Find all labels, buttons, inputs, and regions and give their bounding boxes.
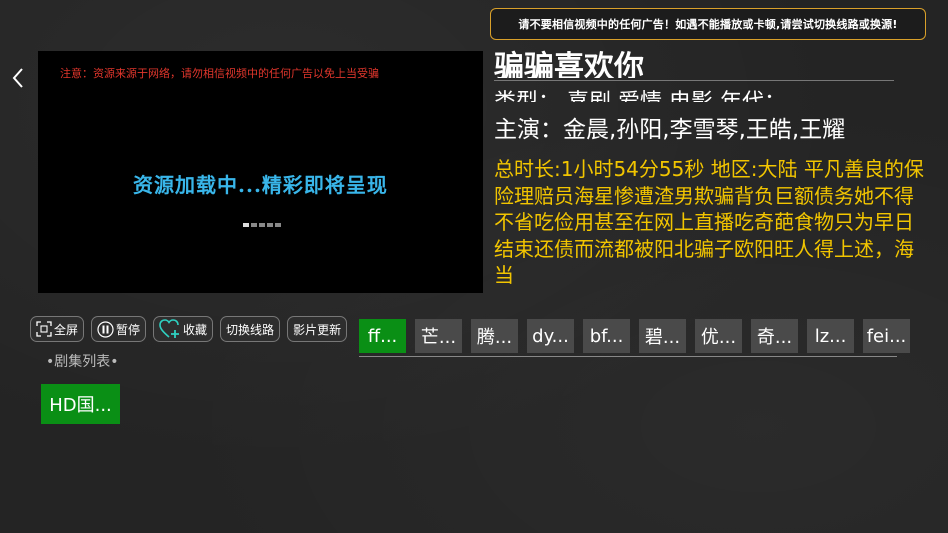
movie-title: 骗骗喜欢你 bbox=[494, 50, 644, 78]
sources-divider bbox=[359, 356, 897, 357]
pause-icon bbox=[97, 320, 114, 338]
switch-line-label: 切换线路 bbox=[226, 322, 275, 337]
source-tab[interactable]: ff... bbox=[359, 319, 406, 353]
pause-label: 暂停 bbox=[116, 322, 141, 337]
chevron-left-icon bbox=[12, 68, 23, 88]
source-tab[interactable]: 优... bbox=[695, 319, 742, 353]
source-tab[interactable]: dy... bbox=[527, 319, 574, 353]
fullscreen-button[interactable]: 全屏 bbox=[30, 316, 85, 342]
player-loading-text: 资源加载中...精彩即将呈现 bbox=[133, 173, 388, 197]
episode-list-label: •剧集列表• bbox=[46, 354, 119, 370]
control-bar: 全屏 暂停 收藏 切换线路 影片更新 bbox=[30, 316, 348, 342]
fullscreen-icon bbox=[36, 321, 52, 337]
movie-actors: 主演：金晨,孙阳,李雪琴,王皓,王耀 bbox=[494, 117, 846, 143]
fullscreen-label: 全屏 bbox=[54, 322, 79, 337]
source-tab[interactable]: 芒... bbox=[415, 319, 462, 353]
source-tab[interactable]: fei... bbox=[863, 319, 910, 353]
title-divider bbox=[494, 80, 894, 81]
update-movie-label: 影片更新 bbox=[293, 322, 342, 337]
favorite-button[interactable]: 收藏 bbox=[153, 316, 214, 342]
switch-line-button[interactable]: 切换线路 bbox=[220, 316, 281, 342]
notice-text: 请不要相信视频中的任何广告！如遇不能播放或卡顿,请尝试切换线路或换源! bbox=[518, 18, 898, 31]
source-tab[interactable]: bf... bbox=[583, 319, 630, 353]
loading-indicator bbox=[243, 223, 281, 227]
source-tab[interactable]: lz... bbox=[807, 319, 854, 353]
pause-button[interactable]: 暂停 bbox=[91, 316, 147, 342]
player-warning-text: 注意：资源来源于网络，请勿相信视频中的任何广告以免上当受骗 bbox=[60, 67, 379, 80]
video-player[interactable]: 注意：资源来源于网络，请勿相信视频中的任何广告以免上当受骗 资源加载中...精彩… bbox=[38, 51, 483, 293]
back-button[interactable] bbox=[8, 66, 28, 90]
source-tab[interactable]: 奇... bbox=[751, 319, 798, 353]
source-tab[interactable]: 碧... bbox=[639, 319, 686, 353]
movie-type-line: 类型： 喜剧,爱情,电影 年代： bbox=[494, 88, 786, 102]
notice-banner: 请不要相信视频中的任何广告！如遇不能播放或卡顿,请尝试切换线路或换源! bbox=[490, 8, 926, 40]
episode-item[interactable]: HD国... bbox=[41, 384, 120, 424]
source-tab[interactable]: 腾... bbox=[471, 319, 518, 353]
source-list: ff... 芒... 腾... dy... bf... 碧... 优... 奇.… bbox=[359, 319, 910, 353]
favorite-heart-icon bbox=[159, 319, 181, 339]
update-movie-button[interactable]: 影片更新 bbox=[287, 316, 348, 342]
movie-description: 总时长:1小时54分55秒 地区:大陆 平凡善良的保险理赔员海星惨遭渣男欺骗背负… bbox=[494, 157, 924, 287]
movie-info: 骗骗喜欢你 类型： 喜剧,爱情,电影 年代： 主演：金晨,孙阳,李雪琴,王皓,王… bbox=[494, 50, 928, 292]
favorite-label: 收藏 bbox=[183, 322, 208, 337]
